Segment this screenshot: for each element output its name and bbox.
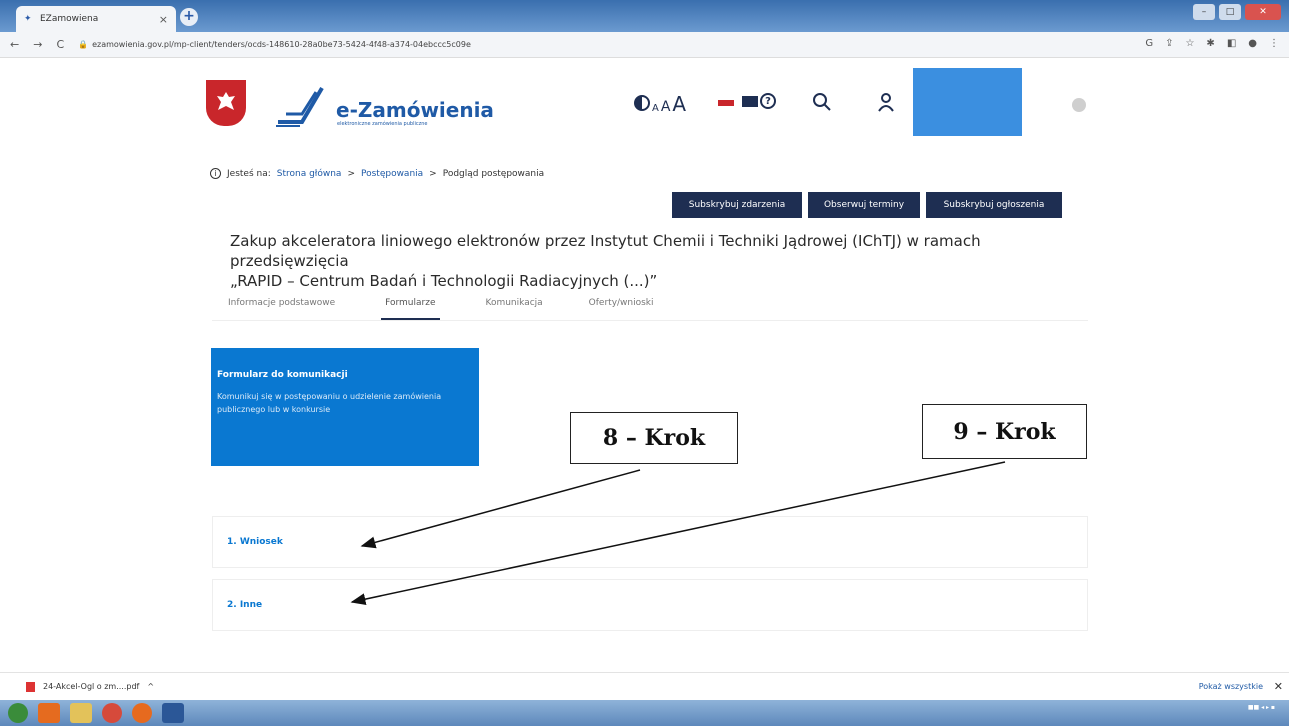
page-title: Zakup akceleratora liniowego elektronów … — [230, 231, 1070, 291]
communication-form-card[interactable]: Formularz do komunikacji Komunikuj się w… — [211, 348, 479, 466]
english-flag-icon[interactable] — [742, 96, 758, 107]
close-download-bar-icon[interactable]: ✕ — [1274, 680, 1283, 693]
os-taskbar — [0, 700, 1289, 726]
font-large-button[interactable]: A — [672, 92, 686, 116]
help-icon[interactable]: ? — [760, 93, 776, 109]
profile-icon[interactable]: ● — [1248, 38, 1257, 49]
download-file-name[interactable]: 24-Akcel-Ogl o zm....pdf — [43, 682, 139, 691]
minimize-button[interactable]: – — [1193, 4, 1215, 20]
form-item-wniosek[interactable]: 1. Wniosek — [212, 516, 1088, 568]
lock-icon[interactable]: 🔒 — [78, 40, 88, 49]
start-button-icon[interactable] — [8, 703, 28, 723]
breadcrumb-separator: > — [429, 168, 437, 179]
site-favicon-icon: ✦ — [24, 14, 32, 24]
close-window-button[interactable]: ✕ — [1245, 4, 1281, 20]
accessibility-controls: A A A — [634, 92, 686, 116]
menu-icon[interactable]: ⋮ — [1269, 38, 1279, 49]
url-field[interactable]: ezamowienia.gov.pl/mp-client/tenders/ocd… — [92, 40, 471, 49]
card-description: Komunikuj się w postępowaniu o udzieleni… — [217, 392, 442, 414]
font-small-button[interactable]: A — [652, 103, 659, 114]
breadcrumb-proceedings[interactable]: Postępowania — [361, 169, 423, 179]
subscribe-events-button[interactable]: Subskrybuj zdarzenia — [672, 192, 802, 218]
tab-basic-info[interactable]: Informacje podstawowe — [228, 298, 335, 320]
chevron-up-icon[interactable]: ^ — [147, 682, 154, 691]
firefox-icon[interactable] — [132, 703, 152, 723]
forward-icon[interactable]: → — [33, 38, 42, 51]
tab-forms[interactable]: Formularze — [381, 298, 440, 320]
observe-dates-button[interactable]: Obserwuj terminy — [808, 192, 920, 218]
media-player-icon[interactable] — [38, 703, 60, 723]
info-icon: i — [210, 168, 221, 179]
google-icon[interactable]: G — [1145, 38, 1153, 49]
tabs: Informacje podstawowe Formularze Komunik… — [228, 298, 654, 320]
breadcrumb-home[interactable]: Strona główna — [277, 169, 342, 179]
annotation-step-9: 9 – Krok — [922, 404, 1087, 459]
bookmark-star-icon[interactable]: ☆ — [1185, 38, 1194, 49]
share-icon[interactable]: ⇪ — [1165, 38, 1173, 49]
breadcrumb-separator: > — [347, 168, 355, 179]
browser-toolbar-icons: G ⇪ ☆ ✱ ◧ ● ⋮ — [1145, 38, 1279, 49]
tab-communication[interactable]: Komunikacja — [486, 298, 543, 320]
chrome-icon[interactable] — [102, 703, 122, 723]
annotation-step-8: 8 – Krok — [570, 412, 738, 464]
contrast-icon[interactable] — [634, 95, 650, 111]
tab-offers[interactable]: Oferty/wnioski — [589, 298, 654, 320]
reload-icon[interactable]: C — [56, 38, 64, 51]
form-item-inne[interactable]: 2. Inne — [212, 579, 1088, 631]
browser-tab[interactable]: ✦ EZamowiena × — [16, 6, 176, 32]
breadcrumb: i Jesteś na: Strona główna > Postępowani… — [210, 168, 544, 179]
page-title-line2: „RAPID – Centrum Badań i Technologii Rad… — [230, 272, 658, 290]
subscribe-notices-button[interactable]: Subskrybuj ogłoszenia — [926, 192, 1062, 218]
system-clock: ■■ ◂ ▸ ▪ — [1247, 704, 1275, 711]
window-controls: – □ ✕ — [1193, 4, 1281, 20]
back-icon[interactable]: ← — [10, 38, 19, 51]
logo-subtitle: elektroniczne zamówienia publiczne — [337, 121, 428, 127]
breadcrumb-prefix: Jesteś na: — [227, 168, 271, 179]
e-zamowienia-logo-icon[interactable] — [272, 82, 328, 128]
redacted-user-area — [913, 68, 1022, 136]
show-all-downloads-link[interactable]: Pokaż wszystkie — [1199, 682, 1263, 691]
tabs-divider — [212, 320, 1088, 321]
pdf-icon — [26, 681, 35, 692]
browser-tabbar: ✦ EZamowiena × + – □ ✕ — [0, 0, 1289, 32]
card-title: Formularz do komunikacji — [217, 370, 348, 380]
settings-icon[interactable] — [1072, 98, 1086, 112]
breadcrumb-current: Podgląd postępowania — [442, 168, 545, 179]
page-title-line1: Zakup akceleratora liniowego elektronów … — [230, 232, 981, 270]
sidebar-icon[interactable]: ◧ — [1227, 38, 1236, 49]
maximize-button[interactable]: □ — [1219, 4, 1241, 20]
address-bar: ← → C 🔒 ezamowienia.gov.pl/mp-client/ten… — [0, 32, 1289, 58]
poland-emblem-icon[interactable] — [206, 80, 246, 126]
extensions-icon[interactable]: ✱ — [1206, 38, 1214, 49]
logo-text[interactable]: e-Zamówienia — [336, 98, 494, 122]
new-tab-button[interactable]: + — [180, 8, 198, 26]
user-icon[interactable] — [876, 92, 896, 112]
word-icon[interactable] — [162, 703, 184, 723]
polish-flag-icon[interactable] — [718, 100, 734, 106]
tab-close-icon[interactable]: × — [159, 13, 168, 26]
search-icon[interactable] — [812, 92, 832, 112]
action-buttons: Subskrybuj zdarzenia Obserwuj terminy Su… — [672, 192, 1062, 218]
download-bar: 24-Akcel-Ogl o zm....pdf ^ Pokaż wszystk… — [0, 672, 1289, 700]
file-explorer-icon[interactable] — [70, 703, 92, 723]
font-medium-button[interactable]: A — [661, 99, 671, 115]
tab-title: EZamowiena — [40, 14, 99, 24]
